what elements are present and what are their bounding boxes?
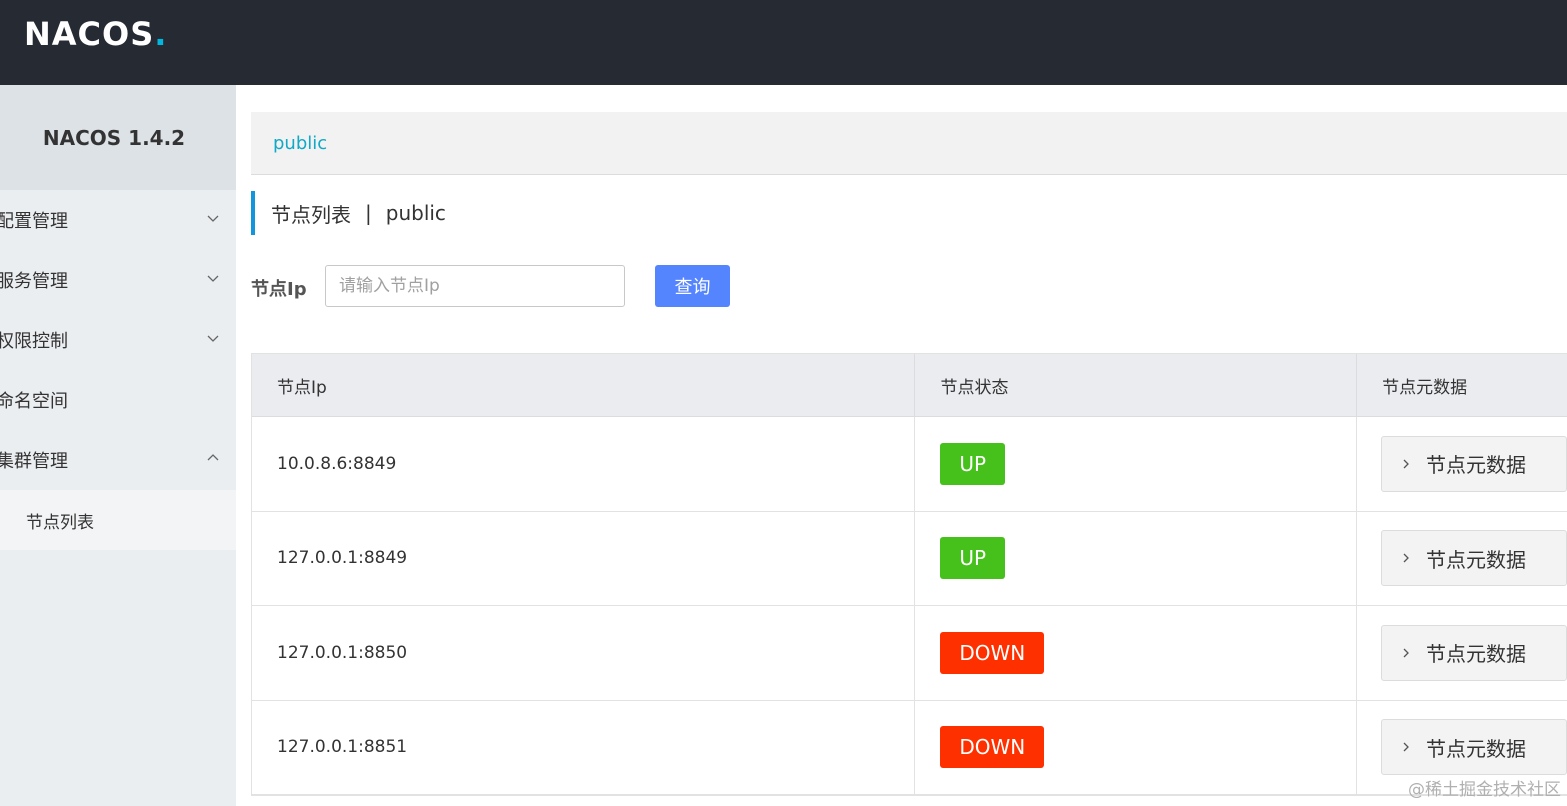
node-ip-cell: 127.0.0.1:8850 — [252, 606, 916, 700]
status-badge: DOWN — [940, 631, 1045, 674]
sidebar-item-label: 服务管理 — [0, 271, 68, 292]
sidebar-item-namespace[interactable]: 命名空间 — [0, 370, 236, 430]
metadata-label: 节点元数据 — [1426, 736, 1526, 761]
sidebar-item-permission[interactable]: 权限控制 — [0, 310, 236, 370]
metadata-label: 节点元数据 — [1426, 547, 1526, 572]
status-badge: DOWN — [940, 726, 1045, 769]
sidebar: NACOS 1.4.2 配置管理 服务管理 权限控制 命名空间 集群管理 节点列… — [0, 85, 236, 806]
chevron-down-icon — [207, 215, 219, 222]
table-header: 节点Ip 节点状态 节点元数据 — [252, 354, 1567, 417]
table-row: 127.0.0.1:8851 DOWN 节点元数据 — [252, 700, 1567, 795]
title-separator: | — [365, 201, 372, 225]
metadata-expand-button[interactable]: 节点元数据 — [1381, 719, 1567, 776]
status-badge: UP — [940, 537, 1006, 580]
node-status-cell: DOWN — [915, 606, 1357, 700]
chevron-right-icon — [1403, 742, 1409, 752]
sidebar-item-config[interactable]: 配置管理 — [0, 190, 236, 250]
logo-text: NACOS — [24, 15, 155, 53]
top-navbar: NACOS. — [0, 0, 1567, 85]
column-header-metadata: 节点元数据 — [1382, 377, 1468, 398]
chevron-down-icon — [207, 335, 219, 342]
page-title: 节点列表 | public — [251, 191, 446, 235]
sidebar-header: NACOS 1.4.2 — [0, 85, 236, 190]
node-metadata-cell: 节点元数据 — [1357, 606, 1567, 700]
node-ip-input[interactable] — [325, 265, 625, 307]
sidebar-item-label: 配置管理 — [0, 211, 68, 232]
metadata-label: 节点元数据 — [1426, 642, 1526, 667]
sidebar-item-label: 集群管理 — [0, 451, 68, 472]
sidebar-item-label: 命名空间 — [0, 391, 68, 412]
column-header-ip: 节点Ip — [252, 354, 916, 416]
node-ip-cell: 127.0.0.1:8851 — [252, 700, 916, 794]
chevron-right-icon — [1403, 648, 1409, 658]
version-title: NACOS 1.4.2 — [42, 125, 186, 150]
sidebar-subitem-node-list[interactable]: 节点列表 — [0, 490, 236, 550]
table-row: 10.0.8.6:8849 UP 节点元数据 — [252, 417, 1567, 512]
metadata-expand-button[interactable]: 节点元数据 — [1381, 530, 1567, 587]
main-content: public 节点列表 | public 节点Ip 查询 节点Ip 节点状态 节… — [236, 85, 1567, 806]
node-status-cell: UP — [915, 511, 1357, 605]
chevron-up-icon — [207, 454, 219, 461]
search-label: 节点Ip — [251, 279, 307, 300]
node-ip-cell: 127.0.0.1:8849 — [252, 511, 916, 605]
node-table: 节点Ip 节点状态 节点元数据 10.0.8.6:8849 UP 节点元数据 1… — [251, 353, 1567, 796]
sidebar-item-cluster[interactable]: 集群管理 — [0, 430, 236, 490]
nacos-logo[interactable]: NACOS. — [24, 14, 166, 54]
namespace-tab-public[interactable]: public — [273, 133, 327, 154]
sidebar-item-service[interactable]: 服务管理 — [0, 250, 236, 310]
column-header-status: 节点状态 — [915, 354, 1358, 416]
query-button[interactable]: 查询 — [655, 265, 730, 307]
chevron-down-icon — [207, 275, 219, 282]
node-ip-cell: 10.0.8.6:8849 — [252, 417, 916, 511]
namespace-bar: public — [251, 112, 1567, 175]
sidebar-item-label: 权限控制 — [0, 331, 68, 352]
metadata-expand-button[interactable]: 节点元数据 — [1381, 435, 1567, 492]
chevron-right-icon — [1403, 459, 1409, 469]
node-metadata-cell: 节点元数据 — [1357, 512, 1567, 606]
sidebar-subitem-label: 节点列表 — [26, 512, 94, 533]
logo-dot: . — [154, 15, 167, 53]
table-row: 127.0.0.1:8849 UP 节点元数据 — [252, 511, 1567, 606]
metadata-expand-button[interactable]: 节点元数据 — [1381, 624, 1567, 681]
chevron-right-icon — [1403, 553, 1409, 563]
table-row: 127.0.0.1:8850 DOWN 节点元数据 — [252, 606, 1567, 701]
node-status-cell: UP — [915, 417, 1357, 511]
metadata-label: 节点元数据 — [1426, 453, 1526, 478]
status-badge: UP — [940, 442, 1006, 485]
page-title-namespace: public — [385, 201, 446, 225]
page-title-text: 节点列表 — [271, 202, 351, 227]
node-status-cell: DOWN — [915, 700, 1357, 794]
watermark: @稀土掘金技术社区 — [1408, 780, 1561, 800]
node-metadata-cell: 节点元数据 — [1357, 417, 1567, 511]
